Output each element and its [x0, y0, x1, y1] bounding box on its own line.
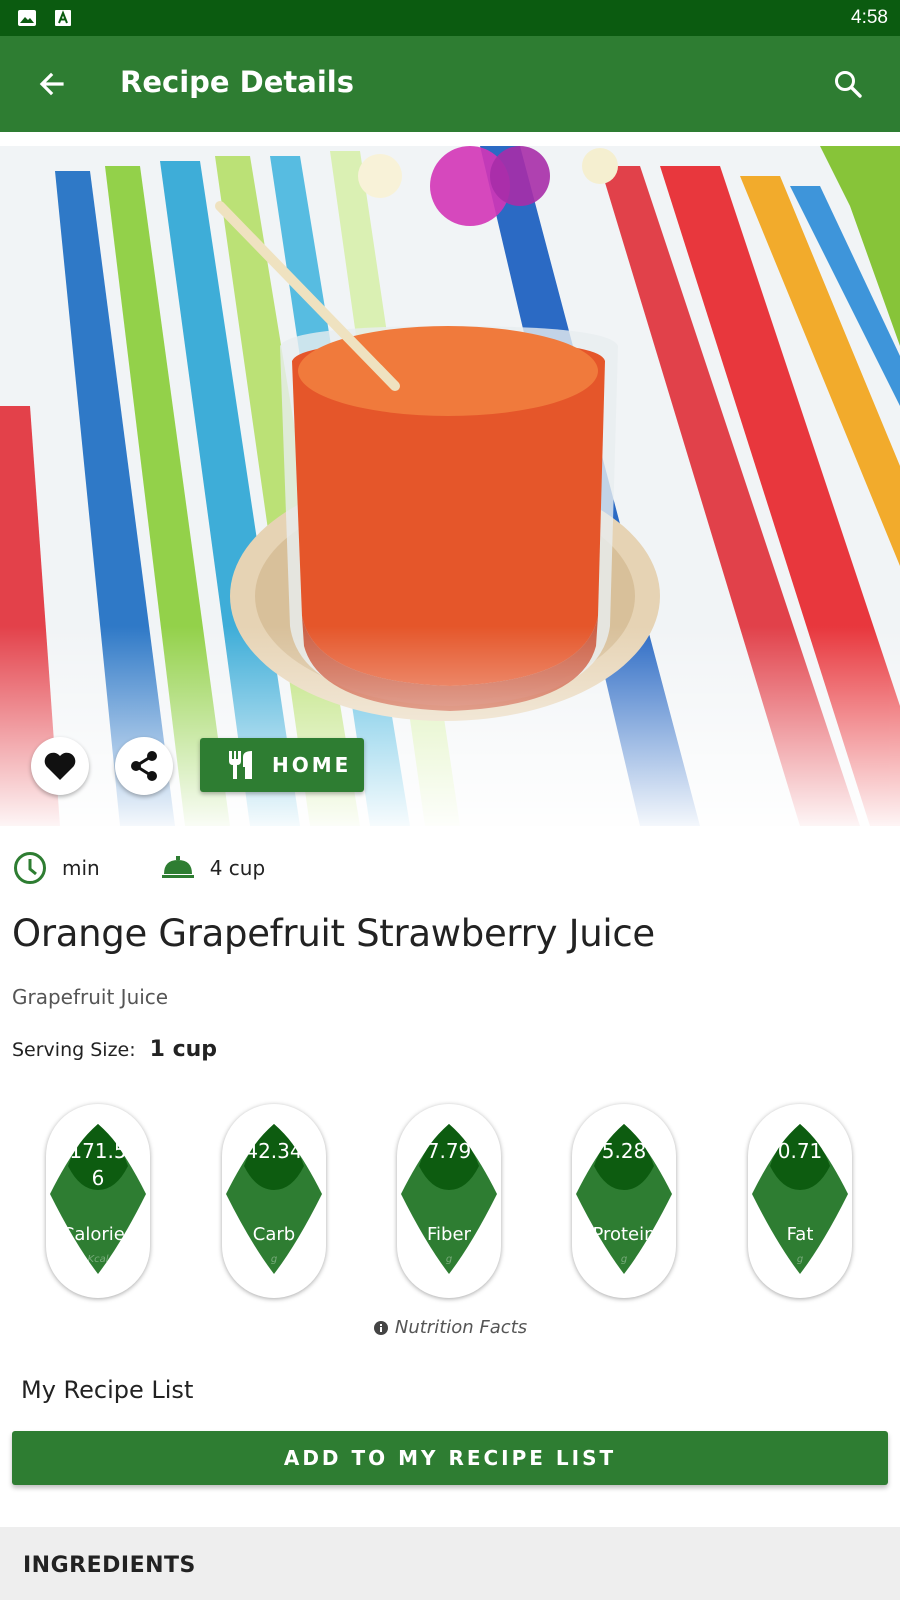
serving-size-label: Serving Size: [12, 1039, 136, 1061]
serving-size-value: 1 cup [149, 1037, 218, 1062]
nutrition-fat: 0.71 Fat g [748, 1104, 852, 1298]
nutrition-carb: 42.34 Carb g [222, 1104, 326, 1298]
status-bar: 4:58 [0, 0, 900, 36]
recipe-meta: min 4 cup [12, 850, 265, 886]
share-button[interactable] [115, 737, 173, 795]
nutrition-fiber: 7.79 Fiber g [397, 1104, 501, 1298]
recipe-category: Grapefruit Juice [12, 985, 169, 1009]
servings: 4 cup [160, 850, 265, 886]
arrow-back-icon[interactable] [30, 62, 74, 106]
search-icon[interactable] [826, 62, 870, 106]
nutrition-protein: 5.28 Protein g [572, 1104, 676, 1298]
nutrition-facts-link[interactable]: Nutrition Facts [0, 1317, 900, 1338]
recipe-title: Orange Grapefruit Strawberry Juice [12, 912, 655, 955]
heart-icon [44, 752, 76, 780]
my-recipe-list-title: My Recipe List [21, 1376, 194, 1404]
info-icon [373, 1320, 388, 1335]
ingredients-heading: INGREDIENTS [23, 1553, 196, 1578]
status-time: 4:58 [851, 7, 888, 28]
app-bar: Recipe Details [0, 36, 900, 132]
recipe-image [0, 146, 900, 826]
page-title: Recipe Details [120, 65, 354, 99]
prep-time: min [12, 850, 100, 886]
home-category-button[interactable]: HOME [200, 738, 364, 792]
favorite-button[interactable] [31, 737, 89, 795]
image-icon [18, 10, 36, 26]
restaurant-icon [229, 751, 252, 779]
home-label: HOME [272, 753, 352, 777]
add-to-recipe-list-button[interactable]: ADD TO MY RECIPE LIST [12, 1431, 888, 1485]
ingredients-section: INGREDIENTS [0, 1527, 900, 1600]
nutrition-calories: 171.5 6 Calories Kcal [46, 1104, 150, 1298]
cloche-icon [161, 856, 194, 878]
font-icon [55, 10, 71, 26]
share-icon [131, 751, 157, 781]
serving-size: Serving Size: 1 cup [12, 1037, 217, 1062]
clock-icon [14, 852, 46, 884]
